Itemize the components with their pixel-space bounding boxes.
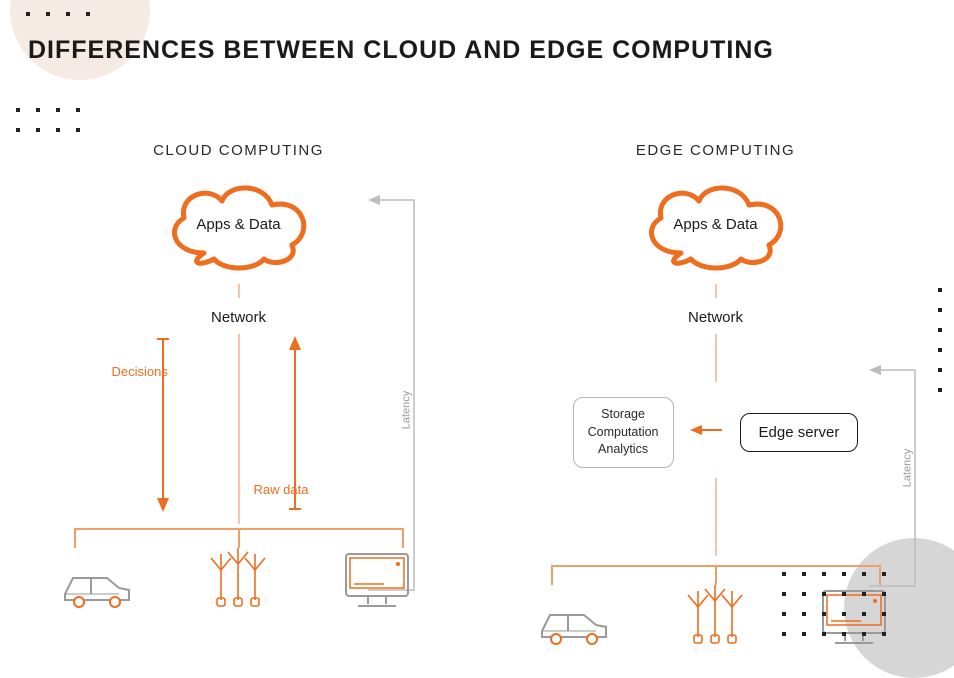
dot-ornament bbox=[18, 4, 98, 24]
arrow-left-icon bbox=[690, 423, 724, 442]
edge-capability-line: Analytics bbox=[588, 441, 659, 459]
panel-title-cloud: CLOUD COMPUTING bbox=[24, 142, 454, 159]
wind-turbine-icon bbox=[203, 548, 273, 617]
edge-capabilities-box: Storage Computation Analytics bbox=[573, 397, 674, 468]
network-label: Network bbox=[501, 309, 931, 326]
monitor-icon bbox=[340, 548, 420, 617]
device-bus bbox=[24, 528, 454, 618]
connector-line bbox=[238, 334, 240, 524]
edge-capability-line: Storage bbox=[588, 406, 659, 424]
connector-line bbox=[715, 284, 717, 298]
page-title: DIFFERENCES BETWEEN CLOUD AND EDGE COMPU… bbox=[28, 34, 774, 68]
connector-line bbox=[238, 284, 240, 298]
connector-line bbox=[715, 334, 717, 382]
car-icon bbox=[57, 564, 137, 617]
latency-label: Latency bbox=[901, 449, 913, 488]
edge-capability-line: Computation bbox=[588, 424, 659, 442]
connector-line bbox=[715, 478, 717, 556]
latency-label: Latency bbox=[400, 391, 412, 430]
car-icon bbox=[534, 601, 614, 654]
cloud-computing-panel: CLOUD COMPUTING Apps & Data Network Deci… bbox=[24, 142, 454, 655]
decisions-label: Decisions bbox=[112, 364, 168, 379]
panel-title-edge: EDGE COMPUTING bbox=[501, 142, 931, 159]
cloud-icon: Apps & Data bbox=[154, 173, 324, 273]
dot-ornament bbox=[930, 280, 950, 400]
dot-ornament bbox=[8, 100, 88, 140]
cloud-icon: Apps & Data bbox=[631, 173, 801, 273]
edge-server-box: Edge server bbox=[740, 413, 859, 452]
cloud-label: Apps & Data bbox=[196, 216, 280, 233]
wind-turbine-icon bbox=[680, 585, 750, 654]
dot-ornament bbox=[774, 564, 894, 644]
raw-data-label: Raw data bbox=[254, 482, 309, 497]
cloud-label: Apps & Data bbox=[673, 216, 757, 233]
decisions-arrow bbox=[154, 334, 180, 514]
